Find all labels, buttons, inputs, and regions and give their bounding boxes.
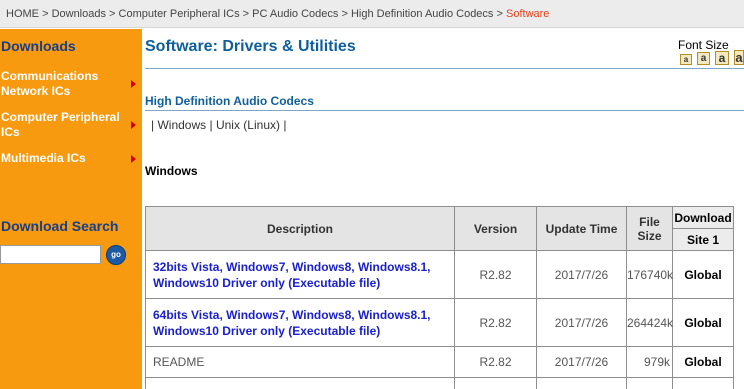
windows-link[interactable]: Windows [157,118,206,132]
font-size-medium-button[interactable]: a [697,52,710,65]
os-links: | Windows | Unix (Linux) | [151,118,286,132]
description-cell: 64bits Vista, Windows7, Windows8, Window… [145,298,455,347]
unix-linux-link[interactable]: Unix (Linux) [216,118,280,132]
file-size-cell: 979k [626,346,673,378]
description-cell: 32bits Vista, Windows7, Windows8, Window… [145,250,455,299]
search-input[interactable] [0,245,101,264]
sidebar: Downloads Communications Network ICs Com… [0,29,142,389]
sidebar-item-label: Computer Peripheral ICs [1,110,120,139]
breadcrumb-computer-peripheral-ics[interactable]: Computer Peripheral ICs [119,8,240,20]
breadcrumb-home[interactable]: HOME [6,8,39,20]
pipe-separator: | [283,118,287,132]
update-time-cell: 2017/7/26 [536,346,627,378]
title-divider [145,68,744,69]
font-size-large-button[interactable]: a [715,51,729,65]
empty-cell [626,377,673,389]
global-download-link[interactable]: Global [672,298,734,347]
col-header-file-size: File Size [626,206,673,251]
os-heading: Windows [145,164,198,178]
sidebar-item-communications-network-ics[interactable]: Communications Network ICs [1,69,142,99]
pipe-separator: | [151,118,155,132]
file-size-cell: 176740k [626,250,673,299]
download-search-heading: Download Search [1,218,119,234]
breadcrumb-separator: > [496,8,503,20]
sidebar-item-multimedia-ics[interactable]: Multimedia ICs [1,151,142,166]
empty-cell [536,377,627,389]
update-time-cell: 2017/7/26 [536,250,627,299]
version-cell: R2.82 [454,298,537,347]
empty-cell [454,377,537,389]
col-header-download: Download [672,206,734,229]
empty-cell [672,377,734,389]
downloads-heading: Downloads [1,38,76,54]
breadcrumb-separator: > [42,8,49,20]
table-row: 32bits Vista, Windows7, Windows8, Window… [145,250,744,299]
col-header-description: Description [145,206,455,251]
chevron-right-icon [131,80,136,88]
chevron-right-icon [131,154,136,163]
font-size-xlarge-button[interactable]: a [734,50,744,65]
global-download-link[interactable]: Global [672,346,734,378]
table-spacer [733,206,744,347]
table-row: README R2.82 2017/7/26 979k Global [145,346,744,378]
update-time-cell: 2017/7/26 [536,298,627,347]
font-size-label: Font Size [678,38,729,52]
breadcrumb-separator: > [109,8,116,20]
sidebar-item-label: Multimedia ICs [1,151,86,165]
readme-cell: README [145,346,455,378]
breadcrumb-downloads[interactable]: Downloads [52,8,106,20]
pipe-separator: | [209,118,213,132]
breadcrumb-separator: > [242,8,250,20]
empty-cell [145,377,455,389]
breadcrumb-current: Software [506,8,550,20]
breadcrumb-separator: > [341,8,348,20]
breadcrumb-hd-audio-codecs[interactable]: High Definition Audio Codecs [351,8,493,20]
breadcrumb: HOME > Downloads > Computer Peripheral I… [0,0,744,28]
table-row: 64bits Vista, Windows7, Windows8, Window… [145,298,744,347]
file-size-cell: 264424k [626,298,673,347]
driver-32bit-link[interactable]: 32bits Vista, Windows7, Windows8, Window… [153,260,431,290]
breadcrumb-pc-audio-codecs[interactable]: PC Audio Codecs [252,8,338,20]
page-title: Software: Drivers & Utilities [145,38,356,55]
downloads-table: Description Version Update Time File Siz… [145,206,744,389]
chevron-right-icon [131,121,136,129]
table-row [145,377,744,389]
sidebar-item-label: Communications Network ICs [1,69,99,98]
font-size-small-button[interactable]: a [680,54,692,65]
global-download-link[interactable]: Global [672,250,734,299]
version-cell: R2.82 [454,250,537,299]
sidebar-item-computer-peripheral-ics[interactable]: Computer Peripheral ICs [1,110,142,140]
section-title: High Definition Audio Codecs [145,94,314,108]
section-divider [145,110,744,111]
search-go-button[interactable]: go [106,245,126,265]
version-cell: R2.82 [454,346,537,378]
driver-64bit-link[interactable]: 64bits Vista, Windows7, Windows8, Window… [153,308,431,338]
col-header-update-time: Update Time [536,206,627,251]
col-header-version: Version [454,206,537,251]
col-header-site-1: Site 1 [672,228,734,251]
